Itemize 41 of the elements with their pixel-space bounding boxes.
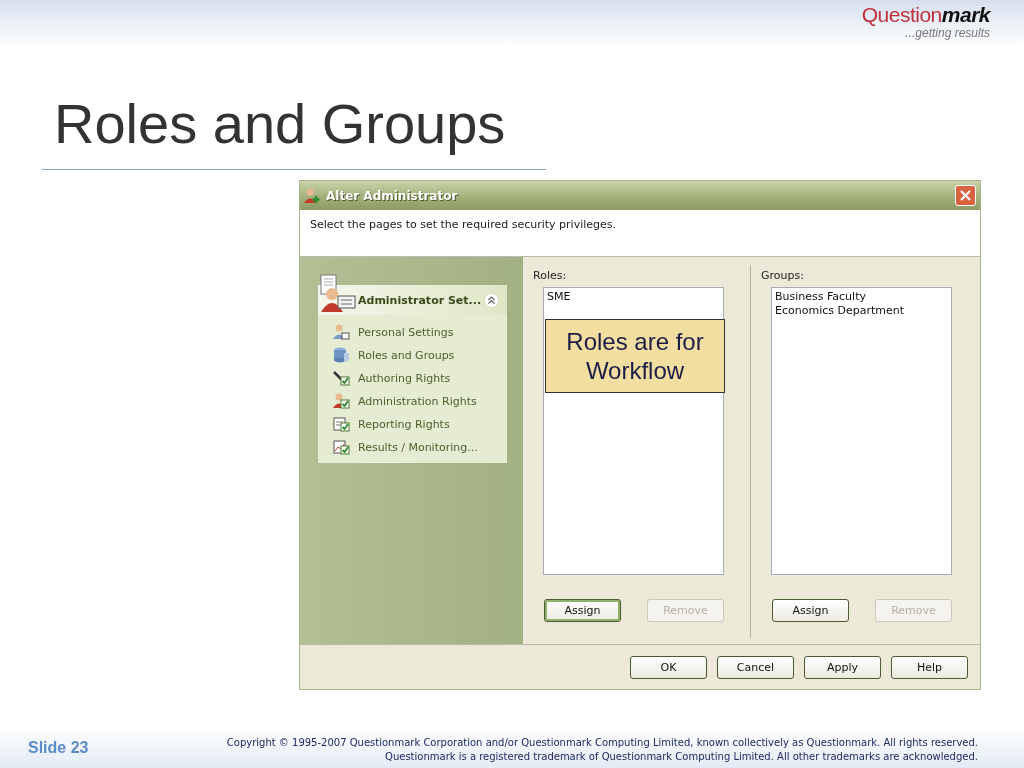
assign-button[interactable]: Assign	[772, 599, 849, 622]
report-check-icon	[333, 416, 350, 432]
list-label: Roles:	[533, 269, 568, 284]
assign-button[interactable]: Assign	[544, 599, 621, 622]
task-panel-title: Administrator Set...	[358, 294, 483, 307]
logo-wordmark: Questionmark	[861, 4, 990, 26]
pen-check-icon	[333, 370, 350, 386]
user-add-icon	[304, 187, 322, 204]
task-link[interactable]: Administration Rights	[358, 394, 477, 408]
list-box[interactable]: SME Roles are for Workflow	[543, 287, 724, 575]
task-link[interactable]: Authoring Rights	[358, 371, 451, 385]
task-panel-header[interactable]: Administrator Set...	[318, 273, 507, 315]
window-title: Alter Administrator	[326, 188, 459, 203]
list-item[interactable]: Business Faculty	[775, 290, 866, 304]
logo-tagline: ...getting results	[905, 26, 990, 40]
list-item[interactable]: Economics Department	[775, 304, 905, 318]
admin-settings-icon	[318, 274, 358, 314]
database-icon	[333, 347, 350, 363]
collapse-icon[interactable]	[484, 293, 499, 308]
dialog-button[interactable]: Cancel	[717, 655, 794, 679]
task-link[interactable]: Personal Settings	[358, 325, 454, 339]
close-button[interactable]	[955, 185, 976, 206]
dialog-button[interactable]: Apply	[804, 655, 881, 679]
close-icon	[960, 190, 971, 201]
task-link[interactable]: Reporting Rights	[358, 417, 450, 431]
dialog-button[interactable]: OK	[630, 655, 707, 679]
copyright-text: Copyright © 1995-2007 Questionmark Corporation and/or Questionmark Computing Limited, known collectively as Questionmark. All rights reserved.	[226, 736, 978, 750]
dialog-button[interactable]: Help	[891, 655, 968, 679]
list-item[interactable]: SME	[547, 290, 571, 304]
copyright-text: Questionmark is a registered trademark of Questionmark Computing Limited. All other trademarks are acknowledged.	[385, 750, 978, 764]
chart-check-icon	[333, 439, 350, 455]
user-icon	[333, 324, 350, 340]
slide-number: Slide 23	[28, 739, 89, 757]
slide-title: Roles and Groups	[54, 92, 507, 156]
callout-note: Roles are for Workflow	[545, 319, 725, 393]
task-link[interactable]: Roles and Groups	[358, 348, 455, 362]
instruction-text: Select the pages to set the required security privileges.	[310, 218, 616, 231]
task-link[interactable]: Results / Monitoring...	[358, 440, 478, 454]
list-box[interactable]: Business Faculty Economics Department	[771, 287, 952, 575]
list-label: Groups:	[761, 269, 805, 284]
user-check-icon	[333, 393, 350, 409]
